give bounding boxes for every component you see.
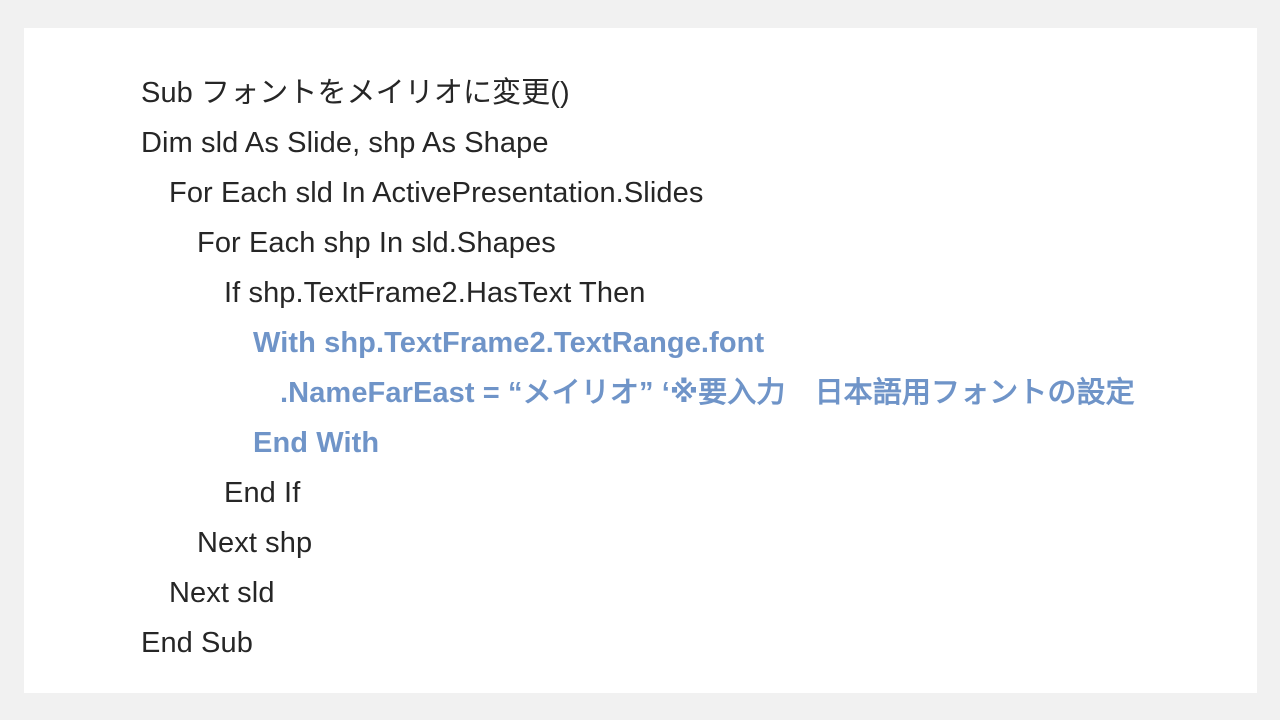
code-line: For Each sld In ActivePresentation.Slide… — [169, 177, 704, 209]
code-line: Dim sld As Slide, shp As Shape — [141, 127, 549, 159]
code-line: Next shp — [197, 527, 313, 559]
code-line: If shp.TextFrame2.HasText Then — [224, 277, 646, 309]
code-line: End With — [253, 427, 380, 459]
vba-code-block: Sub フォントをメイリオに変更() Dim sld As Slide, shp … — [117, 68, 1217, 668]
code-line: End Sub — [141, 627, 253, 659]
code-line: Sub フォントをメイリオに変更() — [141, 77, 570, 109]
code-line: End If — [224, 477, 301, 509]
code-line: Next sld — [169, 577, 275, 609]
slide-canvas: Sub フォントをメイリオに変更() Dim sld As Slide, shp … — [24, 28, 1257, 693]
code-line: With shp.TextFrame2.TextRange.font — [253, 327, 765, 359]
code-line: .NameFarEast = “メイリオ” ‘※要入力 日本語用フォントの設定 — [280, 377, 1135, 409]
code-line: For Each shp In sld.Shapes — [197, 227, 556, 259]
